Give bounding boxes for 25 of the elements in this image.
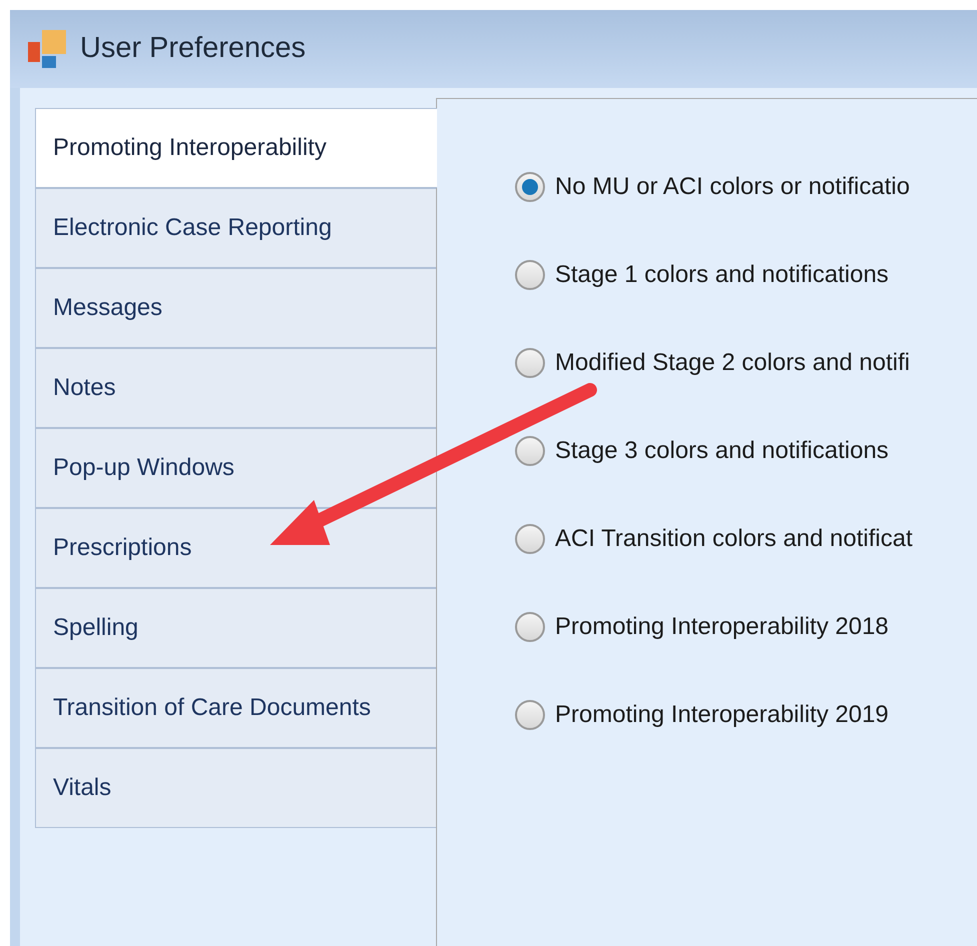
radio-button[interactable] xyxy=(515,612,545,642)
side-tab[interactable]: Electronic Case Reporting xyxy=(35,188,437,268)
option-label: Promoting Interoperability 2019 xyxy=(555,700,889,730)
side-tab[interactable]: Pop-up Windows xyxy=(35,428,437,508)
option-label: Stage 1 colors and notifications xyxy=(555,260,889,290)
side-tab[interactable]: Messages xyxy=(35,268,437,348)
option-label: No MU or ACI colors or notificatio xyxy=(555,172,910,202)
radio-button[interactable] xyxy=(515,348,545,378)
side-tab[interactable]: Spelling xyxy=(35,588,437,668)
option-label: ACI Transition colors and notificat xyxy=(555,524,913,554)
option-label: Stage 3 colors and notifications xyxy=(555,436,889,466)
radio-button[interactable] xyxy=(515,172,545,202)
window-title: User Preferences xyxy=(80,31,306,66)
option-label: Modified Stage 2 colors and notifi xyxy=(555,348,910,378)
side-tab[interactable]: Transition of Care Documents xyxy=(35,668,437,748)
radio-button[interactable] xyxy=(515,700,545,730)
radio-button[interactable] xyxy=(515,524,545,554)
side-tab[interactable]: Vitals xyxy=(35,748,437,828)
radio-button[interactable] xyxy=(515,436,545,466)
side-tab[interactable]: Prescriptions xyxy=(35,508,437,588)
side-tab[interactable]: Promoting Interoperability xyxy=(35,108,437,188)
app-logo-icon xyxy=(26,28,68,70)
option-label: Promoting Interoperability 2018 xyxy=(555,612,889,642)
side-tab[interactable]: Notes xyxy=(35,348,437,428)
radio-button[interactable] xyxy=(515,260,545,290)
